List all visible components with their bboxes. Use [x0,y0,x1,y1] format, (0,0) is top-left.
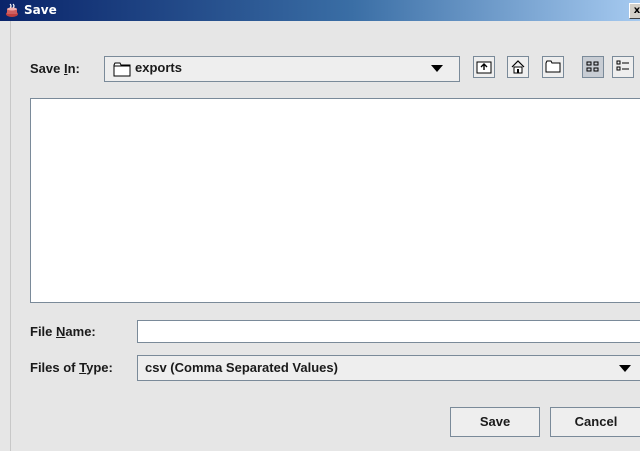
save-in-combo[interactable]: exports [104,56,460,82]
file-name-label: File Name: [30,324,96,339]
new-folder-button[interactable] [542,56,564,78]
cancel-button[interactable]: Cancel [550,407,640,437]
details-view-button[interactable] [612,56,634,78]
file-name-input[interactable] [137,320,640,343]
save-in-value: exports [135,60,182,75]
save-button[interactable]: Save [450,407,540,437]
folder-icon [113,62,131,77]
title-bar[interactable]: Save x [0,0,640,21]
java-coffee-icon [6,3,18,17]
dialog-left-border [10,21,11,451]
save-dialog: Save x Save In: exports File Name: Files… [0,0,640,451]
file-list[interactable] [30,98,640,303]
chevron-down-icon [431,65,443,72]
file-type-value: csv (Comma Separated Values) [145,360,338,375]
list-view-button[interactable] [582,56,604,78]
file-type-combo[interactable]: csv (Comma Separated Values) [137,355,640,381]
details-view-icon [616,60,629,71]
home-button[interactable] [507,56,529,78]
chevron-down-icon [619,365,631,372]
file-type-label: Files of Type: [30,360,113,375]
folder-up-icon [476,61,492,74]
up-one-level-button[interactable] [473,56,495,78]
window-title: Save [24,3,57,17]
list-view-icon [586,61,599,72]
new-folder-icon [545,60,561,73]
save-in-label: Save In: [30,61,80,76]
home-icon [511,60,525,74]
close-icon[interactable]: x [629,3,640,19]
